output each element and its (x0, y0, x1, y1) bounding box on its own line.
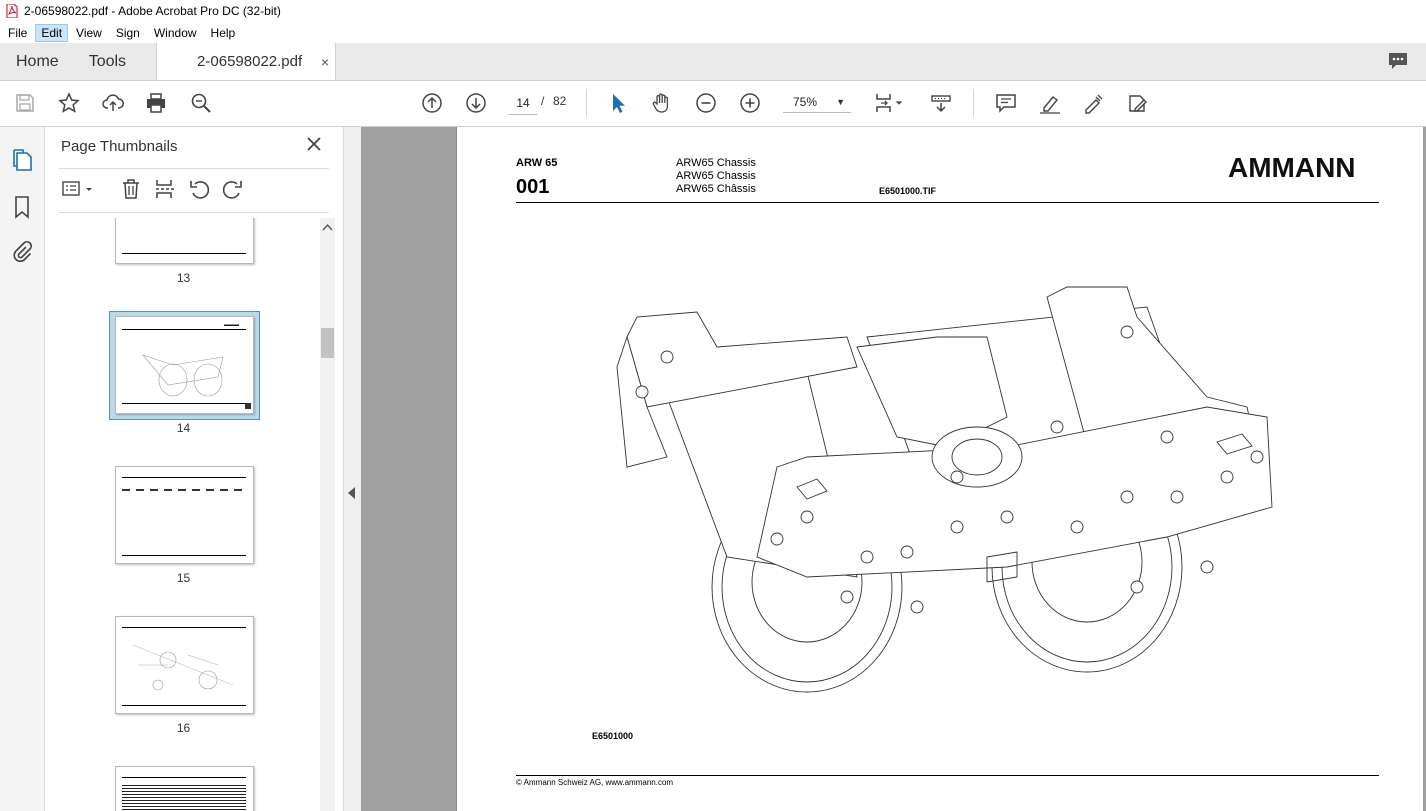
thumbnail-page-selected[interactable]: ▬▬▬ (115, 316, 254, 414)
zoom-out-icon[interactable] (694, 91, 718, 115)
zoom-level-value: 75% (793, 95, 818, 109)
page-thumbnails-panel: Page Thumbnails 13 ▬▬▬ 14 15 16 (45, 127, 343, 811)
print-icon[interactable] (144, 91, 168, 115)
save-icon[interactable] (13, 91, 37, 115)
toolbar-divider (586, 89, 587, 117)
scroll-mode-icon[interactable] (929, 91, 953, 115)
next-page-icon[interactable] (464, 91, 488, 115)
copyright-text: © Ammann Schweiz AG, www.ammann.com (516, 778, 674, 787)
menu-help[interactable]: Help (205, 24, 242, 42)
zoom-search-icon[interactable] (189, 91, 213, 115)
select-cursor-icon[interactable] (606, 91, 630, 115)
divider (59, 168, 329, 169)
thumbnail-page[interactable] (115, 466, 254, 564)
page-model: ARW 65 (516, 157, 558, 169)
previous-page-icon[interactable] (420, 91, 444, 115)
page-descriptions: ARW65 Chassis ARW65 Chassis ARW65 Châssi… (676, 157, 756, 196)
star-icon[interactable] (57, 91, 81, 115)
page-number-heading: 001 (516, 176, 550, 198)
scrollbar-thumb[interactable] (321, 328, 334, 358)
rotate-right-icon[interactable] (222, 178, 244, 200)
scroll-up-icon[interactable] (322, 222, 333, 232)
document-page: ARW 65 001 ARW65 Chassis ARW65 Chassis A… (456, 127, 1423, 811)
menu-file[interactable]: File (2, 24, 33, 42)
thumbnail-page[interactable] (115, 218, 254, 264)
divider (59, 212, 329, 213)
upload-cloud-icon[interactable] (101, 91, 125, 115)
close-panel-icon[interactable] (305, 135, 323, 153)
pdf-file-icon (6, 4, 18, 18)
attachment-paperclip-icon[interactable] (11, 240, 33, 264)
rotate-left-icon[interactable] (188, 178, 210, 200)
zoom-level-select[interactable]: 75% ▼ (783, 91, 851, 113)
thumbnail-drawing (142, 354, 224, 397)
description-line: ARW65 Chassis (676, 157, 756, 169)
collapse-panel-icon[interactable] (348, 487, 355, 499)
chassis-drawing (616, 286, 1273, 693)
tab-document-label: 2-06598022.pdf (197, 53, 303, 70)
menu-view[interactable]: View (70, 24, 108, 42)
footer-rule (516, 775, 1379, 776)
ammann-logo: AMMANN (1228, 152, 1356, 183)
figure-label: E6501000 (592, 731, 634, 741)
thumbnail-label: 13 (176, 271, 191, 285)
thumbnail-page[interactable] (115, 616, 254, 714)
tab-document[interactable]: 2-06598022.pdf × (156, 43, 337, 80)
delete-trash-icon[interactable] (120, 178, 142, 200)
close-tab-icon[interactable]: × (321, 54, 329, 70)
panel-splitter[interactable] (343, 127, 362, 811)
menu-window[interactable]: Window (148, 24, 203, 42)
hand-tool-icon[interactable] (650, 91, 674, 115)
zoom-in-icon[interactable] (738, 91, 762, 115)
comment-bubble-icon[interactable] (1388, 52, 1408, 70)
thumbnail-list: 13 ▬▬▬ 14 15 16 (45, 218, 319, 811)
thumbnail-page[interactable] (115, 766, 254, 811)
page-count: 82 (553, 94, 567, 108)
comment-icon[interactable] (994, 91, 1018, 115)
menu-edit[interactable]: Edit (35, 23, 69, 42)
menu-bar: File Edit View Sign Window Help (0, 22, 1426, 43)
tab-tools[interactable]: Tools (75, 43, 140, 80)
thumbnail-scrollbar[interactable] (320, 218, 335, 811)
panel-title: Page Thumbnails (61, 138, 178, 155)
draw-sign-icon[interactable] (1082, 91, 1106, 115)
thumbnail-options-icon[interactable] (61, 178, 95, 200)
window-title: 2-06598022.pdf - Adobe Acrobat Pro DC (3… (24, 4, 281, 18)
tab-bar: Home Tools 2-06598022.pdf × (0, 43, 1426, 81)
description-line: ARW65 Châssis (676, 183, 756, 195)
header-rule (516, 202, 1379, 203)
tab-home[interactable]: Home (0, 43, 75, 80)
document-viewer[interactable]: ARW 65 001 ARW65 Chassis ARW65 Chassis A… (361, 127, 1426, 811)
highlight-pen-icon[interactable] (1038, 91, 1062, 115)
fill-sign-icon[interactable] (1126, 91, 1150, 115)
split-page-icon[interactable] (154, 178, 176, 200)
chevron-down-icon: ▼ (836, 97, 845, 107)
toolbar-divider (973, 89, 974, 117)
menu-sign[interactable]: Sign (110, 24, 146, 42)
page-separator: / (541, 94, 545, 108)
left-navigation-rail (0, 127, 45, 811)
thumbnail-drawing (132, 644, 234, 691)
fit-dropdown-icon[interactable] (893, 91, 905, 115)
bookmark-icon[interactable] (11, 195, 33, 219)
thumbnail-label: 14 (176, 421, 191, 435)
page-thumbnails-icon[interactable] (11, 148, 33, 172)
description-line: ARW65 Chassis (676, 170, 756, 182)
thumbnail-label: 15 (176, 571, 191, 585)
thumbnail-brand: ▬▬▬ (224, 322, 239, 328)
title-bar: 2-06598022.pdf - Adobe Acrobat Pro DC (3… (0, 0, 1426, 22)
thumbnail-label: 16 (176, 721, 191, 735)
page-number-input[interactable]: 14 (508, 91, 538, 115)
image-filename: E6501000.TIF (879, 186, 937, 196)
